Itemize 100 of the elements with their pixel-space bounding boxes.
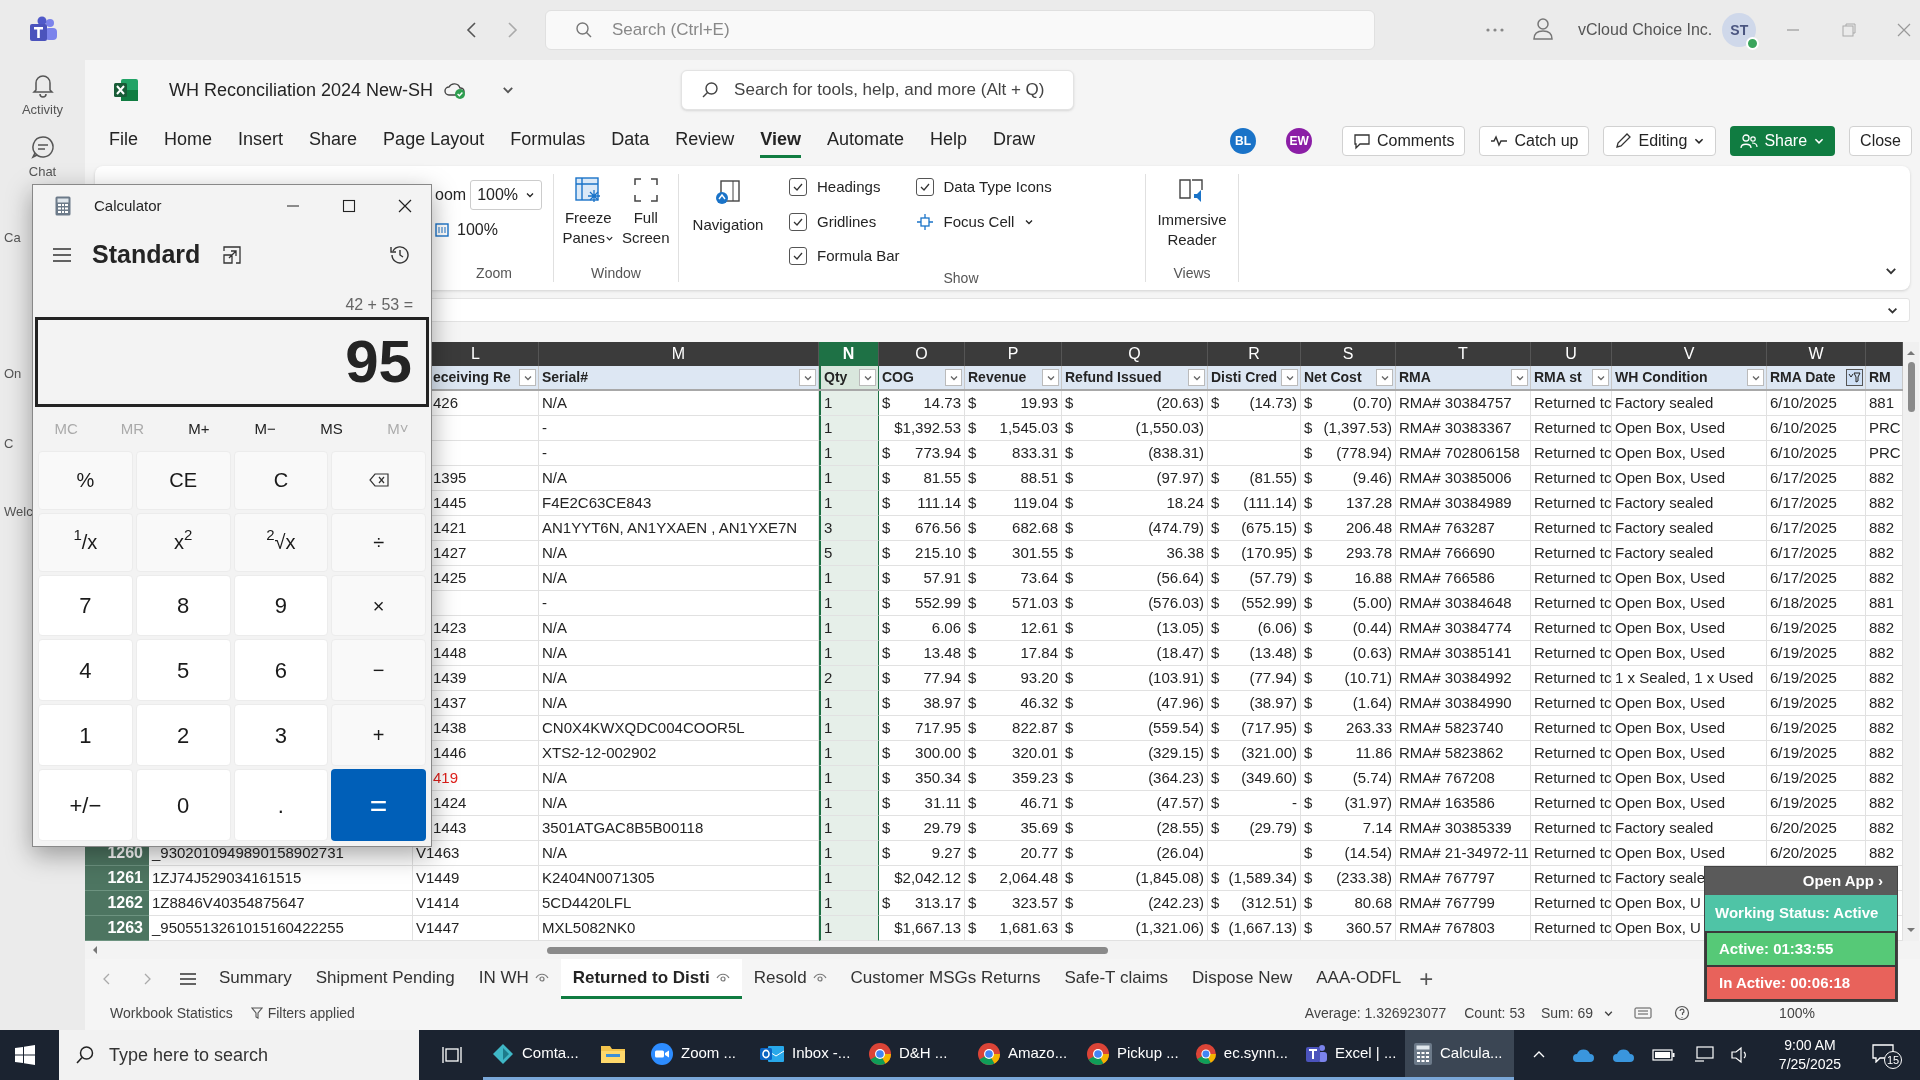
taskbar-app[interactable]: D&H ... [860, 1030, 969, 1080]
rail-label[interactable]: Welc [0, 503, 33, 521]
memory-button[interactable]: M− [232, 417, 299, 441]
digit-key[interactable]: 4 [38, 639, 133, 702]
share-button[interactable]: Share [1730, 126, 1836, 156]
column-header[interactable]: RMA [1396, 367, 1431, 388]
immersive-reader-button[interactable]: Immersive Reader [1157, 176, 1227, 250]
checkbox-label[interactable]: Headings [817, 176, 881, 199]
digit-key[interactable]: 6 [233, 639, 329, 702]
column-header[interactable]: COG [879, 367, 914, 388]
column-header[interactable]: Revenue [965, 367, 1027, 388]
digit-key[interactable]: 2 [135, 704, 231, 767]
open-app-bar[interactable]: Open App › [1705, 867, 1897, 895]
checkbox-label[interactable]: Data Type Icons [943, 176, 1052, 199]
comments-button[interactable]: Comments [1342, 126, 1466, 156]
digit-key[interactable]: 3 [233, 704, 329, 767]
sheet-tab[interactable]: Dispose New [1180, 959, 1305, 999]
taskbar-app[interactable]: Zoom ... [642, 1030, 751, 1080]
user-avatar[interactable]: ST [1722, 13, 1757, 47]
workbook-statistics-button[interactable]: Workbook Statistics [110, 1002, 233, 1024]
digit-key[interactable]: 9 [233, 574, 329, 637]
rail-label[interactable]: Ca [0, 229, 21, 247]
sheet-tab[interactable]: Safe-T claims [1052, 959, 1181, 999]
operator-key[interactable]: × [331, 574, 426, 637]
menu-tab[interactable]: Draw [993, 124, 1036, 158]
navigation-button[interactable]: Navigation [692, 178, 764, 237]
column-header[interactable]: RMA Date [1767, 367, 1836, 388]
collaborator-avatar[interactable]: BL [1230, 128, 1257, 154]
column-header[interactable]: WH Condition [1612, 367, 1708, 388]
sheet-tab[interactable]: Customer MSGs Returns [838, 959, 1053, 999]
close-button[interactable]: Close [1849, 126, 1912, 156]
file-title[interactable]: WH Reconciliation 2024 New-SH [169, 76, 434, 104]
catchup-button[interactable]: Catch up [1479, 126, 1590, 156]
equals-button[interactable]: = [331, 769, 426, 841]
taskbar-app[interactable]: ec.synn... [1187, 1030, 1296, 1080]
rail-label[interactable]: On [0, 365, 22, 383]
search-field[interactable]: Search for tools, help, and more (Alt + Q) [681, 70, 1075, 110]
memory-button[interactable]: M+ [165, 417, 232, 441]
column-header[interactable]: RM [1866, 367, 1891, 388]
column-header[interactable]: Net Cost [1301, 367, 1362, 388]
column-header[interactable]: RMA st [1531, 367, 1582, 388]
digit-key[interactable]: . [233, 769, 329, 841]
digit-key[interactable]: +/− [38, 769, 133, 841]
digit-key[interactable]: 5 [135, 639, 231, 702]
taskbar-app[interactable]: Amazo... [969, 1030, 1078, 1080]
menu-tab[interactable]: Data [611, 124, 650, 158]
zoom-level[interactable]: 100% [1779, 1002, 1815, 1024]
taskbar-app[interactable]: Calcula... [1405, 1030, 1514, 1080]
full-screen-button[interactable]: Full Screen [622, 176, 670, 248]
editing-button[interactable]: Editing [1603, 126, 1717, 156]
column-header[interactable]: Refund Issued [1062, 367, 1162, 388]
sheet-tab[interactable]: Summary [207, 959, 304, 999]
menu-tab[interactable]: Insert [238, 124, 284, 158]
sheet-tab[interactable]: IN WH [466, 959, 561, 999]
column-header[interactable]: Disti Cred [1208, 367, 1278, 388]
sheet-tab[interactable]: Resold [741, 959, 839, 999]
sheet-tab[interactable]: AAA-ODFL [1304, 959, 1414, 999]
operator-key[interactable]: % [38, 451, 133, 510]
zoom-dropdown[interactable]: 100% [470, 180, 543, 210]
operator-key[interactable]: C [233, 451, 329, 510]
menu-tab[interactable]: File [109, 124, 138, 158]
add-sheet-button[interactable]: + [1419, 967, 1434, 991]
digit-key[interactable]: 7 [38, 574, 133, 637]
memory-button[interactable]: MS [298, 417, 365, 441]
checkbox-label[interactable]: Gridlines [817, 210, 877, 233]
clock[interactable]: 9:00 AM 7/25/2025 [1772, 1036, 1848, 1074]
rail-label[interactable]: Chat [28, 161, 57, 181]
menu-tab[interactable]: Automate [827, 124, 905, 158]
column-heading[interactable]: N [819, 342, 879, 366]
menu-tab[interactable]: Help [930, 124, 968, 158]
digit-key[interactable]: 1 [38, 704, 133, 767]
operator-key[interactable]: x$^{2}$ [135, 512, 231, 572]
taskbar-app[interactable]: Comta... [483, 1030, 592, 1080]
rail-label[interactable]: C [0, 435, 14, 453]
operator-key[interactable]: − [331, 639, 426, 702]
time-tracker-toast[interactable]: Open App › Working Status: Active Active: 01:33:55 In Active: 00:06:18 [1704, 866, 1898, 1002]
search-field[interactable]: Type here to search [59, 1030, 419, 1080]
sheet-tab[interactable]: Shipment Pending [303, 959, 467, 999]
taskbar-app[interactable]: Inbox -... [751, 1030, 860, 1080]
focus-cell-button[interactable]: Focus Cell [915, 210, 1052, 233]
notifications-button[interactable]: 15 [1872, 1041, 1900, 1069]
collaborator-avatar[interactable]: EW [1286, 128, 1313, 154]
digit-key[interactable]: 0 [135, 769, 231, 841]
rail-label[interactable]: Activity [21, 100, 64, 120]
freeze-panes-button[interactable]: Freeze Panes [562, 176, 614, 248]
menu-tab[interactable]: Formulas [510, 124, 586, 158]
menu-tab[interactable]: Page Layout [383, 124, 485, 158]
menu-tab[interactable]: Home [164, 124, 213, 158]
checkbox-label[interactable]: Formula Bar [817, 245, 900, 268]
search-field[interactable]: Search (Ctrl+E) [545, 10, 1375, 50]
operator-key[interactable]: + [331, 704, 426, 767]
operator-key[interactable]: $^{1}$/x [38, 512, 133, 572]
zoom-100-button[interactable]: 100% [435, 218, 553, 242]
operator-key[interactable]: CE [135, 451, 231, 510]
menu-tab[interactable]: Review [675, 124, 735, 158]
menu-tab[interactable]: Share [309, 124, 358, 158]
sheet-tab[interactable]: Returned to Disti [560, 959, 742, 999]
taskbar-app[interactable]: Pickup ... [1078, 1030, 1187, 1080]
operator-key[interactable]: ÷ [331, 512, 426, 572]
column-header[interactable]: Serial# [539, 367, 588, 388]
